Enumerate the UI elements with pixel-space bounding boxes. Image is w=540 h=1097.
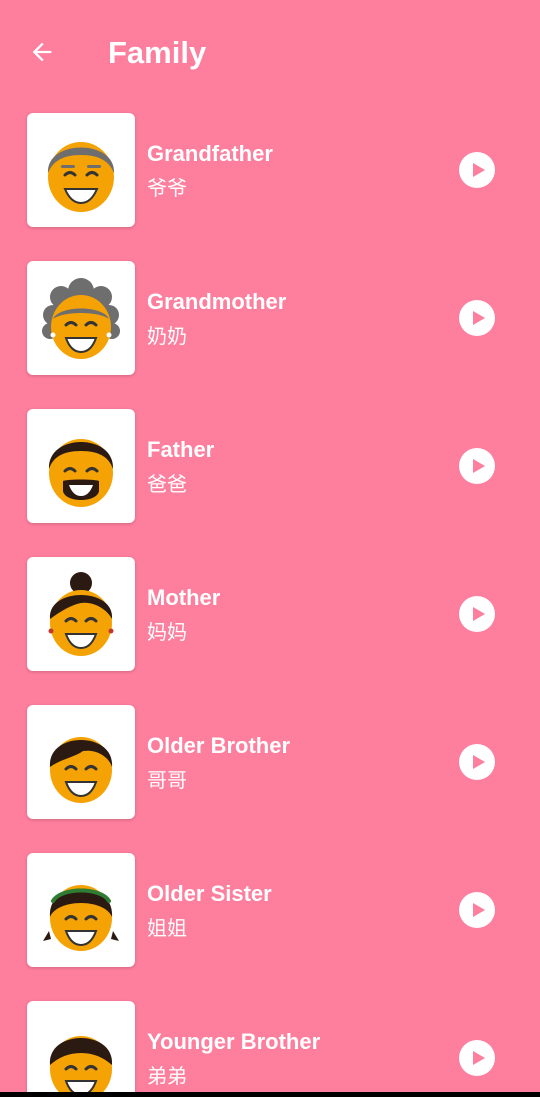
avatar-card [27, 261, 135, 375]
english-label: Grandfather [147, 141, 273, 166]
avatar-card [27, 557, 135, 671]
play-icon [473, 903, 485, 917]
list-item[interactable]: Older Sister 姐姐 [0, 853, 540, 967]
chinese-label: 爸爸 [147, 472, 187, 496]
english-label: Older Brother [147, 733, 291, 758]
play-button[interactable] [459, 744, 495, 780]
play-button[interactable] [459, 1040, 495, 1076]
english-label: Grandmother [147, 289, 287, 314]
arrow-left-icon [32, 42, 52, 62]
list-item[interactable]: Younger Brother 弟弟 [0, 1001, 540, 1092]
play-icon [473, 755, 485, 769]
english-label: Older Sister [147, 881, 272, 906]
mother-avatar-icon [48, 572, 114, 656]
play-icon [473, 311, 485, 325]
avatar-card [27, 409, 135, 523]
list-item[interactable]: Grandmother 奶奶 [0, 261, 540, 375]
english-label: Younger Brother [147, 1029, 321, 1054]
chinese-label: 弟弟 [147, 1064, 187, 1088]
chinese-label: 妈妈 [147, 620, 187, 644]
list-item[interactable]: Mother 妈妈 [0, 557, 540, 671]
avatar-card [27, 113, 135, 227]
chinese-label: 姐姐 [147, 916, 187, 940]
list-item[interactable]: Grandfather 爷爷 [0, 113, 540, 227]
play-icon [473, 163, 485, 177]
chinese-label: 哥哥 [147, 768, 187, 792]
list-item[interactable]: Older Brother 哥哥 [0, 705, 540, 819]
avatar-card [27, 853, 135, 967]
page-title: Family [108, 35, 207, 70]
play-icon [473, 459, 485, 473]
play-button[interactable] [459, 892, 495, 928]
back-button[interactable] [22, 32, 62, 72]
english-label: Father [147, 437, 215, 462]
play-button[interactable] [459, 448, 495, 484]
father-avatar-icon [48, 439, 114, 507]
play-button[interactable] [459, 300, 495, 336]
play-button[interactable] [459, 596, 495, 632]
chinese-label: 爷爷 [147, 176, 187, 200]
older-sister-avatar-icon [43, 885, 119, 951]
avatar-card [27, 705, 135, 819]
play-button[interactable] [459, 152, 495, 188]
chinese-label: 奶奶 [147, 324, 187, 348]
english-label: Mother [147, 585, 221, 610]
list-item[interactable]: Father 爸爸 [0, 409, 540, 523]
older-brother-avatar-icon [49, 737, 113, 803]
grandmother-avatar-icon [42, 278, 120, 359]
younger-brother-avatar-icon [49, 1036, 113, 1092]
system-navigation-bar [0, 1092, 540, 1097]
play-icon [473, 1051, 485, 1065]
avatar-card [27, 1001, 135, 1092]
app-bar: Family [0, 0, 540, 106]
app-screen: Family Grandfather 爷爷 Grandmother 奶奶 Fat… [0, 0, 540, 1092]
grandfather-avatar-icon [47, 142, 115, 212]
play-icon [473, 607, 485, 621]
